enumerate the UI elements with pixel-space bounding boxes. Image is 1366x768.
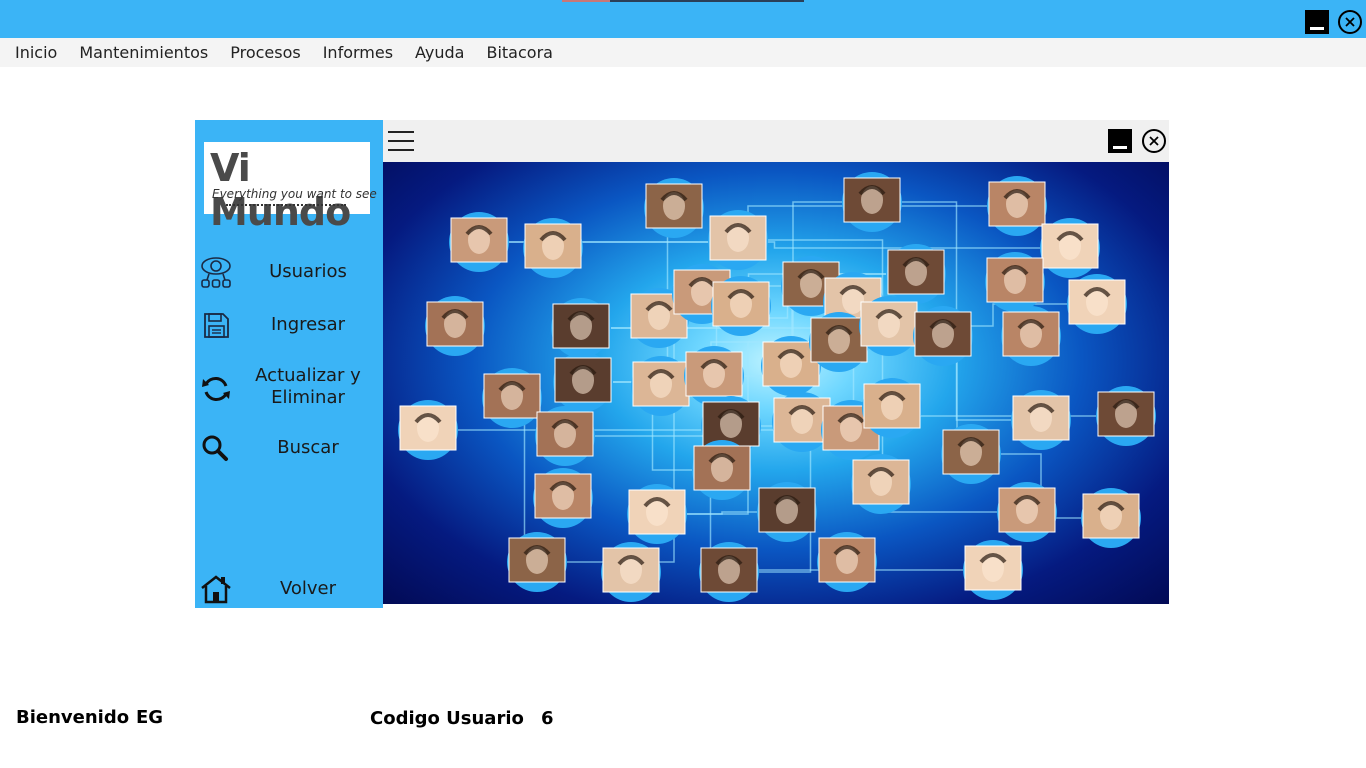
profile-photo xyxy=(1067,274,1127,334)
profile-photo xyxy=(449,212,509,272)
inner-minimize-button[interactable] xyxy=(1108,129,1132,153)
profile-photo xyxy=(1001,306,1061,366)
profile-photo xyxy=(711,276,771,336)
profile-photo xyxy=(859,296,919,356)
minimize-icon xyxy=(1113,146,1127,149)
profile-photo xyxy=(551,298,611,358)
refresh-icon xyxy=(202,377,230,401)
user-code-value: 6 xyxy=(541,708,554,729)
minimize-icon xyxy=(1310,26,1324,30)
save-icon xyxy=(204,313,229,338)
profile-photo xyxy=(523,218,583,278)
profile-photo xyxy=(644,178,704,238)
profile-photo xyxy=(425,296,485,356)
profile-photo xyxy=(601,542,661,602)
sidebar-item-ingresar[interactable]: Ingresar xyxy=(195,303,383,347)
profile-photo xyxy=(627,484,687,544)
profile-photo xyxy=(553,352,613,412)
profile-photo xyxy=(757,482,817,542)
profile-photo xyxy=(886,244,946,304)
profile-photo xyxy=(985,252,1045,312)
close-icon xyxy=(1149,136,1159,146)
window-minimize-button[interactable] xyxy=(1305,10,1329,34)
hamburger-menu-icon[interactable] xyxy=(388,131,414,151)
inner-close-button[interactable] xyxy=(1142,129,1166,153)
menu-item-informes[interactable]: Informes xyxy=(323,43,393,62)
profile-photo xyxy=(533,468,593,528)
profile-photo xyxy=(862,378,922,438)
menu-item-bitacora[interactable]: Bitacora xyxy=(486,43,552,62)
profile-photo xyxy=(631,356,691,416)
sidebar-item-usuarios[interactable]: Usuarios xyxy=(195,250,383,294)
profile-photo xyxy=(535,406,595,466)
profile-photo xyxy=(1096,386,1156,446)
home-icon xyxy=(201,575,231,604)
profile-photo xyxy=(708,210,768,270)
titlebar-accent xyxy=(562,0,804,2)
sidebar: Vi Mundo Everything you want to see Usua… xyxy=(195,120,383,608)
profile-photo xyxy=(398,400,458,460)
sidebar-item-volver[interactable]: Volver xyxy=(195,567,383,611)
window-titlebar xyxy=(0,0,1366,38)
sidebar-item-label: Buscar xyxy=(277,437,339,458)
window-close-button[interactable] xyxy=(1338,10,1362,34)
menu-bar: Inicio Mantenimientos Procesos Informes … xyxy=(0,38,1366,67)
profile-photo xyxy=(842,172,902,232)
user-name-value: EG xyxy=(136,707,164,728)
child-window: Vi Mundo Everything you want to see Usua… xyxy=(195,120,1169,608)
sidebar-item-label-line1: Actualizar y xyxy=(255,365,361,386)
profile-photo xyxy=(997,482,1057,542)
profile-photo xyxy=(817,532,877,592)
sidebar-item-buscar[interactable]: Buscar xyxy=(195,426,383,470)
profile-photo xyxy=(692,440,752,500)
sidebar-item-label-line2: Eliminar xyxy=(271,387,345,408)
menu-item-inicio[interactable]: Inicio xyxy=(15,43,57,62)
profile-photo xyxy=(963,540,1023,600)
profile-photo xyxy=(507,532,567,592)
users-icon xyxy=(201,257,231,288)
sidebar-item-label: Volver xyxy=(279,578,337,599)
sidebar-item-actualizar-eliminar[interactable]: Actualizar y Eliminar xyxy=(195,365,383,411)
sidebar-item-label: Ingresar xyxy=(270,314,346,335)
logo-decoration xyxy=(226,204,346,206)
menu-item-procesos[interactable]: Procesos xyxy=(230,43,300,62)
social-network-image xyxy=(383,162,1169,604)
profile-photo xyxy=(851,454,911,514)
profile-photo xyxy=(1081,488,1141,548)
content-header xyxy=(383,120,1169,162)
profile-photo xyxy=(482,368,542,428)
profile-photo xyxy=(1011,390,1071,450)
network-illustration xyxy=(398,172,1156,602)
logo-subtitle: Everything you want to see xyxy=(212,187,377,201)
profile-photo xyxy=(987,176,1047,236)
profile-photo xyxy=(941,424,1001,484)
profile-photo xyxy=(699,542,759,602)
menu-item-ayuda[interactable]: Ayuda xyxy=(415,43,464,62)
sidebar-item-label: Actualizar y Eliminar xyxy=(233,365,383,409)
welcome-label: Bienvenido xyxy=(16,707,130,728)
user-code-label: Codigo Usuario xyxy=(370,708,524,729)
sidebar-item-label: Usuarios xyxy=(269,261,347,282)
profile-photo xyxy=(1040,218,1100,278)
menu-item-mantenimientos[interactable]: Mantenimientos xyxy=(79,43,208,62)
search-icon xyxy=(202,435,228,461)
logo: Vi Mundo Everything you want to see xyxy=(204,142,377,234)
close-icon xyxy=(1345,17,1355,27)
profile-photo xyxy=(913,306,973,366)
